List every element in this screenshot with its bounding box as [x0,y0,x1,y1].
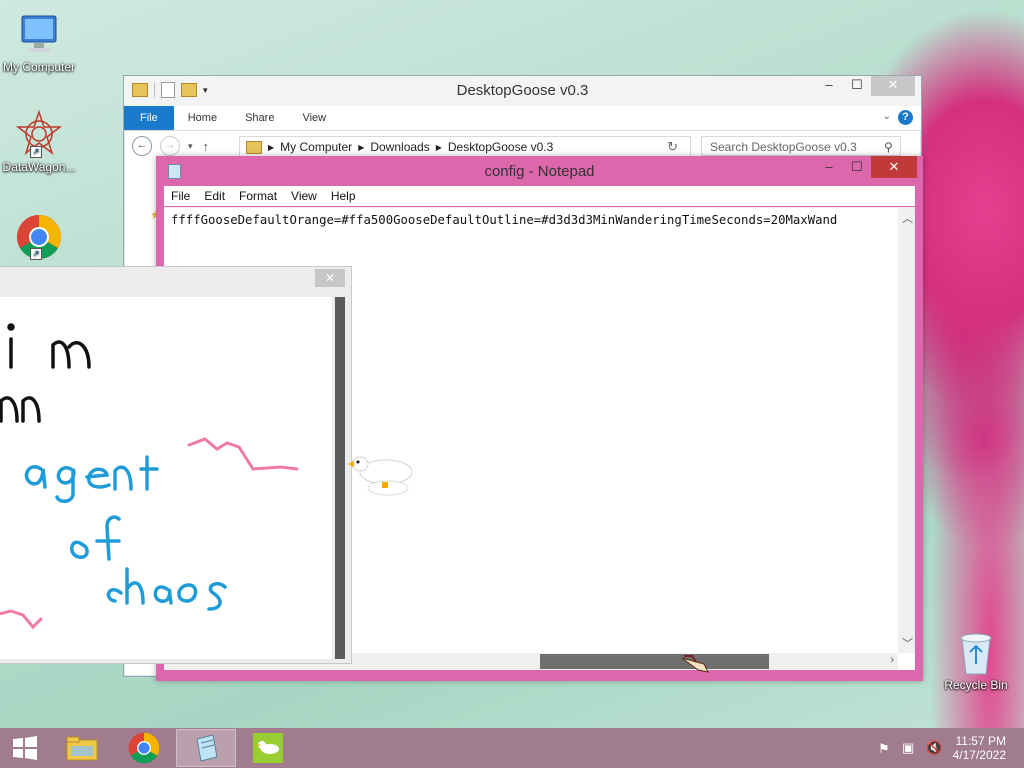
drawing-canvas [0,297,332,659]
window-title: DesktopGoose v0.3 [456,82,589,99]
scroll-right-icon[interactable]: › [890,654,894,666]
menu-view[interactable]: View [284,189,324,203]
clock-date: 4/17/2022 [952,748,1006,762]
tab-view[interactable]: View [288,106,340,130]
recent-locations-icon[interactable]: ▾ [188,141,193,152]
window-controls: ‒ ☐ ✕ [815,156,917,178]
notepad-menubar: File Edit Format View Help [164,186,915,206]
goose-drawing-window[interactable]: ✕ [0,266,352,664]
tab-home[interactable]: Home [174,106,231,130]
maximize-button[interactable]: ☐ [843,156,871,178]
goose-footprint-icon [678,652,714,676]
config-text: ffffGooseDefaultOrange=#ffa500GooseDefau… [171,213,838,227]
start-button[interactable] [0,729,50,767]
breadcrumb-my-computer[interactable]: My Computer [280,140,352,154]
goose-icon [344,452,416,502]
taskbar-chrome[interactable] [114,729,174,767]
desktop-icon-datawagon[interactable]: ↗ DataWagon... [0,109,81,174]
desktop-icon-label: Recycle Bin [944,678,1008,692]
ribbon-tabs: File Home Share View ⌄ ? [124,106,921,131]
search-icon[interactable]: ⚲ [884,140,893,154]
action-center-flag-icon[interactable]: ⚑ [878,741,890,757]
desktop-icon-label: My Computer [2,60,76,74]
vertical-scrollbar[interactable]: ︿ ﹀ [898,208,915,653]
maximize-button[interactable]: ☐ [843,76,871,96]
desktop-icon-recycle-bin[interactable]: Recycle Bin [934,630,1018,692]
menu-file[interactable]: File [164,189,197,203]
help-icon[interactable]: ? [898,110,913,125]
notepad-icon [196,734,218,762]
close-button[interactable]: ✕ [871,76,915,96]
chevron-right-icon: ▶ [435,142,442,152]
scroll-up-icon[interactable]: ︿ [902,210,913,226]
chevron-right-icon: ▶ [268,142,275,152]
network-icon[interactable]: ▣ [902,740,914,756]
taskbar-notepad[interactable] [176,729,236,767]
system-clock[interactable]: 11:57 PM 4/17/2022 [953,734,1006,762]
breadcrumb-downloads[interactable]: Downloads [370,140,429,154]
desktop-icon-my-computer[interactable]: My Computer [0,10,81,74]
taskbar-desktop-goose[interactable] [238,729,298,767]
breadcrumb-desktopgoose[interactable]: DesktopGoose v0.3 [448,140,553,154]
menu-edit[interactable]: Edit [197,189,232,203]
desktop-icon-label: DataWagon... [2,160,76,174]
shortcut-arrow-icon: ↗ [30,146,42,158]
datawagon-icon: ↗ [15,109,63,158]
chrome-icon [128,732,160,764]
up-button[interactable]: ↑ [203,139,210,154]
menu-help[interactable]: Help [324,189,363,203]
tab-share[interactable]: Share [231,106,288,130]
window-controls: ‒ ☐ ✕ [815,76,915,96]
close-button[interactable]: ✕ [871,156,917,178]
back-button[interactable]: ← [132,136,152,156]
refresh-icon[interactable]: ↻ [667,139,678,155]
explorer-titlebar[interactable]: ▾ DesktopGoose v0.3 ‒ ☐ ✕ [124,76,921,106]
taskbar: ⚑ ▣ 🔇 11:57 PM 4/17/2022 [0,728,1024,768]
clock-time: 11:57 PM [955,734,1006,748]
goose-app-icon [253,733,283,763]
volume-muted-icon[interactable]: 🔇 [926,740,942,756]
file-explorer-icon [66,736,98,761]
minimize-button[interactable]: ‒ [815,76,843,96]
shortcut-arrow-icon: ↗ [30,248,42,260]
address-bar[interactable]: ▶ My Computer ▶ Downloads ▶ DesktopGoose… [239,136,691,158]
chrome-icon: ↗ [16,214,62,260]
menu-format[interactable]: Format [232,189,284,203]
taskbar-file-explorer[interactable] [52,729,112,767]
windows-logo-icon [13,736,37,760]
expand-ribbon-icon[interactable]: ⌄ [883,111,891,122]
forward-button[interactable]: → [160,136,180,156]
window-title: config - Notepad [484,163,595,180]
folder-icon [246,140,262,154]
close-button[interactable]: ✕ [315,269,345,287]
chevron-right-icon: ▶ [358,142,365,152]
minimize-button[interactable]: ‒ [815,156,843,178]
search-input[interactable]: Search DesktopGoose v0.3 [701,136,901,156]
recycle-bin-icon [956,630,996,676]
computer-icon [18,10,60,58]
tab-file[interactable]: File [124,106,174,130]
horizontal-scroll-thumb[interactable] [540,654,769,669]
desktop-icon-chrome[interactable]: ↗ [0,214,81,262]
handwriting-m [51,340,91,369]
notepad-titlebar[interactable]: config - Notepad ‒ ☐ ✕ [156,156,923,186]
scroll-down-icon[interactable]: ﹀ [902,635,913,651]
